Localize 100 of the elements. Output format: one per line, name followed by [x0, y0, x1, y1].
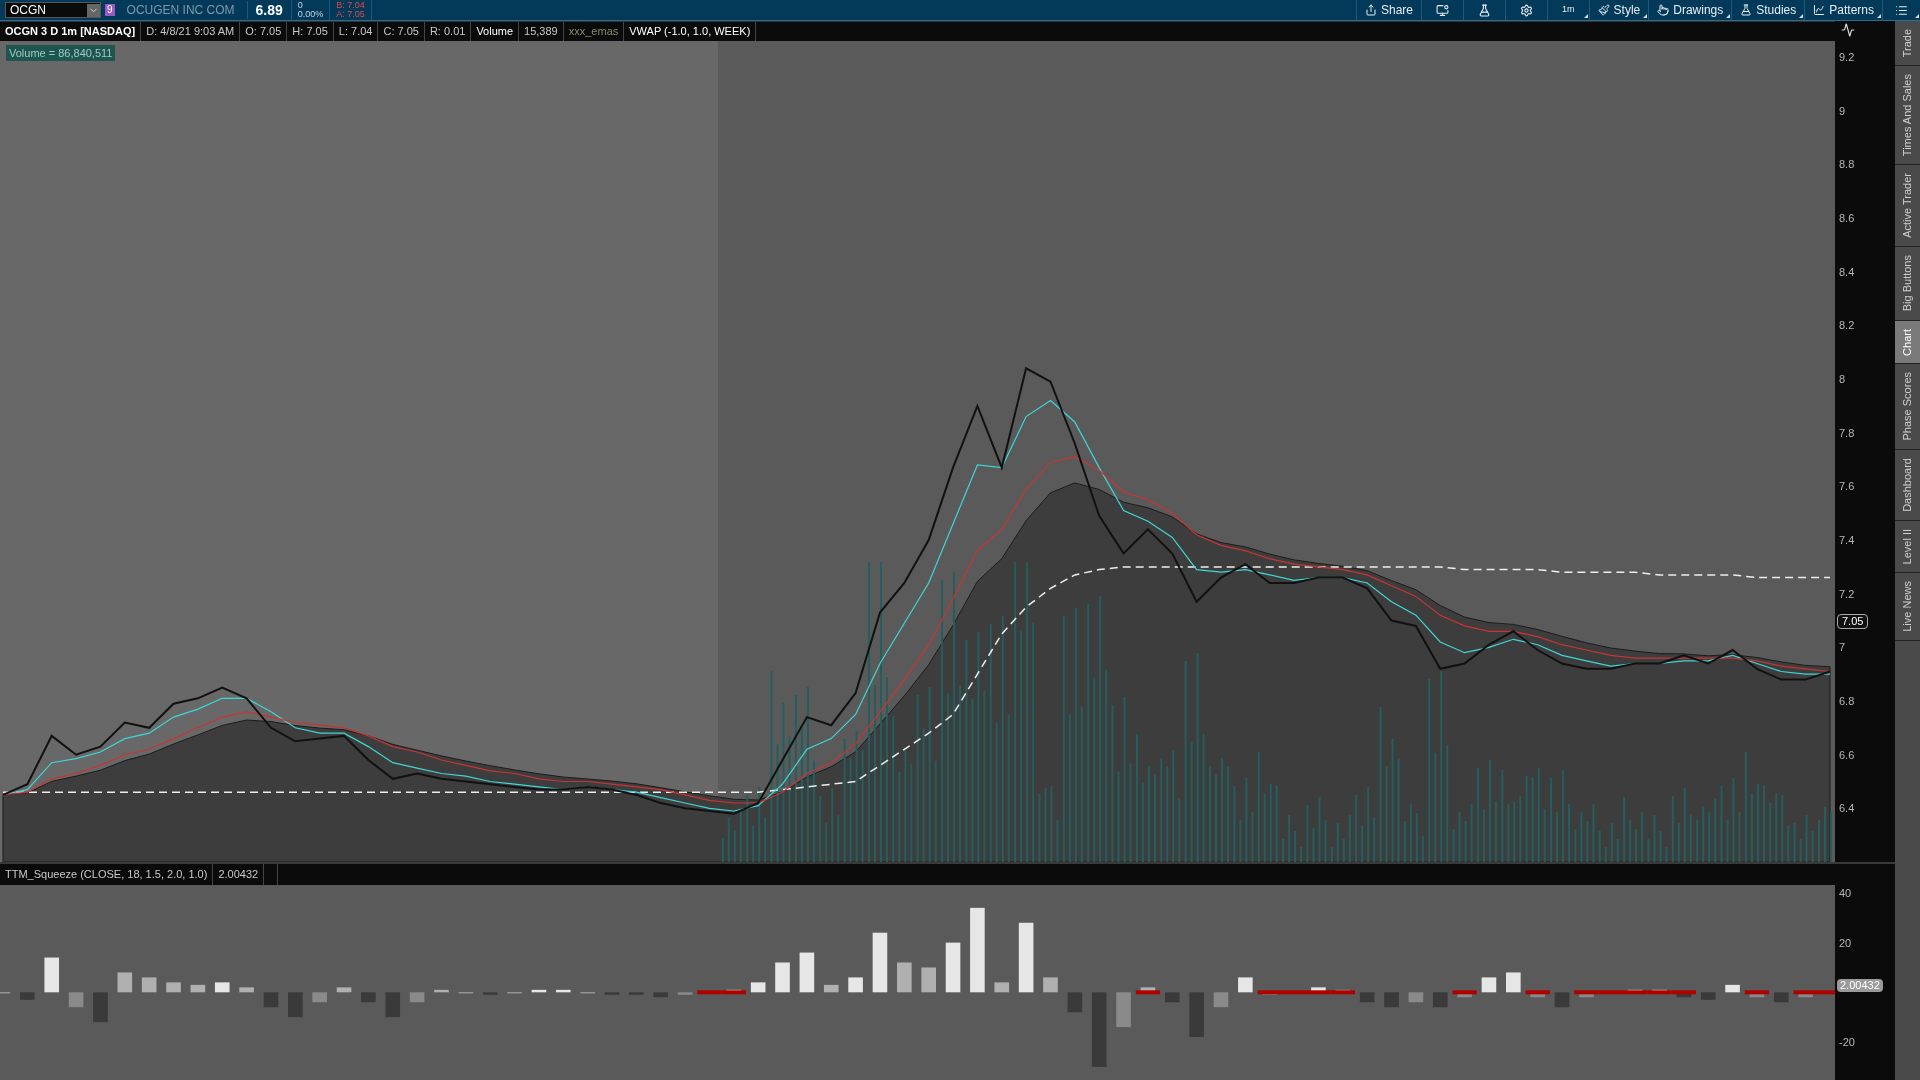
axis-label: 6.6	[1839, 747, 1855, 762]
axis-label: 7.6	[1839, 479, 1855, 494]
histogram-bar	[848, 977, 863, 993]
brush-icon	[1597, 4, 1610, 16]
share-icon	[1365, 4, 1377, 16]
histogram-bar	[921, 967, 936, 993]
side-tab[interactable]: Phase Scores	[1895, 364, 1920, 450]
axis-label: 7.2	[1839, 586, 1855, 601]
histogram-bar	[775, 962, 790, 993]
histogram-bar	[434, 989, 449, 993]
axis-label: 8.2	[1839, 318, 1855, 333]
histogram-bar	[1725, 984, 1740, 993]
histogram-bar	[823, 984, 839, 993]
side-tab[interactable]: Dashboard	[1895, 449, 1920, 521]
axis-label: 6.8	[1839, 694, 1855, 708]
axis-label: 40	[1839, 885, 1852, 900]
histogram-bar	[214, 982, 230, 993]
histogram-bar	[1408, 992, 1424, 1003]
histogram-bar	[1359, 992, 1375, 1003]
share-button[interactable]: Share	[1356, 0, 1422, 20]
histogram-bar	[1432, 992, 1448, 1008]
axis-label: 9.2	[1839, 50, 1855, 65]
axis-label: 20	[1839, 935, 1852, 950]
histogram-bar	[93, 992, 108, 1023]
bid-price: B: 7.04	[336, 1, 365, 10]
histogram-bar	[166, 982, 181, 993]
percent-change: 0.00%	[297, 10, 324, 19]
side-tab[interactable]: Chart	[1895, 320, 1920, 365]
company-name: OCUGEN INC COM	[126, 1, 248, 19]
axis-label: 6.4	[1839, 801, 1855, 816]
histogram-bar	[312, 992, 327, 1003]
histogram-bar	[897, 962, 912, 993]
side-tab[interactable]: Trade	[1895, 21, 1920, 67]
axis-label: 8.6	[1839, 211, 1855, 226]
histogram-bar	[239, 987, 254, 993]
histogram-bar	[1506, 972, 1521, 993]
histogram-bar	[945, 942, 961, 993]
histogram-bar	[385, 992, 401, 1018]
histogram-bar	[653, 992, 669, 998]
axis-label: 7.4	[1839, 533, 1855, 548]
side-tab[interactable]: Level II	[1895, 520, 1920, 574]
histogram-bar	[1043, 977, 1058, 993]
histogram-bar	[1554, 992, 1570, 1008]
axis-label: 8	[1839, 372, 1846, 387]
value-bubble: 2.00432	[1837, 979, 1883, 993]
flask-icon	[1478, 3, 1492, 17]
flask-icon	[1740, 4, 1753, 16]
histogram-bar	[44, 957, 60, 993]
histogram-bar	[629, 992, 644, 995]
histogram-bar	[555, 989, 571, 993]
histogram-bar	[604, 992, 620, 995]
histogram-bar	[1213, 992, 1229, 1008]
dropdown-button[interactable]	[87, 3, 100, 17]
histogram-bar	[750, 982, 766, 993]
histogram-bar	[1067, 992, 1083, 1013]
net-change: 0	[297, 1, 304, 10]
histogram-bar	[482, 992, 498, 995]
axis-label: 7	[1839, 640, 1846, 655]
axis-label: 9	[1839, 103, 1846, 118]
side-tab[interactable]: Active Trader	[1895, 165, 1920, 248]
histogram-bar	[141, 977, 157, 993]
histogram-bar	[1018, 922, 1034, 993]
chart-mode-icon[interactable]	[1841, 23, 1855, 37]
histogram-bar	[1481, 977, 1497, 993]
side-tab[interactable]: Live News	[1895, 573, 1920, 641]
histogram-bar	[1773, 992, 1789, 1003]
histogram-bar	[1700, 992, 1716, 1000]
symbol-field[interactable]: OCGN	[5, 2, 101, 18]
settings-icon	[1520, 3, 1534, 17]
axis-label: -20	[1839, 1035, 1855, 1049]
price-bubble: 7.05	[1837, 613, 1869, 629]
axis-label: 7.8	[1839, 425, 1855, 440]
histogram-bar	[677, 992, 693, 995]
monitor-icon	[1436, 3, 1450, 17]
histogram-bar	[799, 952, 815, 993]
histogram-bar	[1384, 992, 1399, 1008]
last-price: 6.89	[247, 0, 292, 21]
histogram-bar	[994, 982, 1010, 993]
side-tab[interactable]: Big Buttons	[1895, 247, 1920, 321]
histogram-bar	[409, 992, 425, 1003]
hand-icon	[1657, 4, 1670, 16]
histogram-bar	[68, 992, 84, 1008]
histogram-bar	[336, 987, 352, 993]
volume-label: Volume = 86,840,511	[6, 45, 116, 61]
histogram-bar	[117, 972, 133, 993]
histogram-bar	[20, 992, 35, 1000]
histogram-bar	[531, 989, 547, 993]
histogram-bar	[190, 984, 206, 993]
corner-icon	[1877, 14, 1881, 18]
histogram-bar	[361, 992, 376, 1003]
histogram-bar	[1164, 992, 1180, 1003]
histogram-bar	[1238, 977, 1253, 993]
histogram-bar	[263, 992, 279, 1008]
pattern-icon	[1813, 4, 1826, 16]
histogram-bar	[872, 932, 888, 993]
side-tab[interactable]: Times And Sales	[1895, 66, 1920, 166]
histogram-bar	[288, 992, 303, 1018]
histogram-bar	[1116, 992, 1131, 1028]
link-badge[interactable]: 9	[105, 4, 115, 16]
histogram-bar	[1189, 992, 1204, 1038]
